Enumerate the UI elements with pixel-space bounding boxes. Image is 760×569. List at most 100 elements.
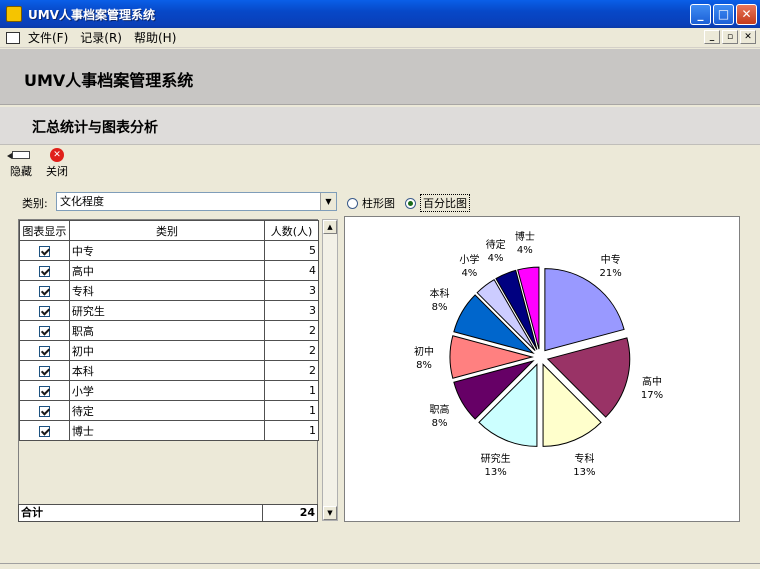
count-cell[interactable]: 5 — [264, 240, 319, 261]
show-checkbox[interactable] — [38, 405, 50, 417]
child-minimize-button[interactable]: _ — [704, 30, 720, 44]
total-label: 合计 — [19, 505, 264, 521]
show-checkbox[interactable] — [38, 385, 50, 397]
column-header-count[interactable]: 人数(人) — [264, 220, 319, 241]
category-cell[interactable]: 本科 — [68, 360, 266, 381]
maximize-button[interactable]: □ — [713, 4, 734, 25]
pie-chart: 中专 21% 高中 17% 专科 13% 研究生 13% 职高 8% 初中 8% 本科 8% 小学 4% 待定 4… — [414, 230, 663, 478]
count-cell[interactable]: 4 — [264, 260, 319, 281]
table-row[interactable]: 高中 4 — [19, 260, 319, 281]
show-checkbox[interactable] — [38, 305, 50, 317]
radio-pie-chart[interactable]: 百分比图 — [405, 194, 470, 212]
table-row[interactable]: 研究生 3 — [19, 300, 319, 321]
table-row[interactable]: 博士 1 — [19, 420, 319, 441]
pie-label: 博士 — [515, 230, 535, 243]
show-checkbox-cell[interactable] — [19, 360, 70, 381]
pie-percent: 13% — [484, 467, 506, 478]
category-cell[interactable]: 待定 — [68, 400, 266, 421]
show-checkbox-cell[interactable] — [19, 280, 70, 301]
column-header-show[interactable]: 图表显示 — [19, 220, 70, 241]
show-checkbox-cell[interactable] — [19, 400, 70, 421]
show-checkbox[interactable] — [38, 265, 50, 277]
count-cell[interactable]: 1 — [264, 380, 319, 401]
hide-icon — [7, 151, 30, 159]
document-icon[interactable] — [6, 31, 20, 44]
count-cell[interactable]: 1 — [264, 400, 319, 421]
total-row: 合计 24 — [18, 504, 318, 522]
menu-record[interactable]: 记录(R) — [80, 29, 122, 46]
chevron-down-icon[interactable]: ▼ — [320, 193, 336, 210]
pie-label: 本科 — [430, 287, 450, 300]
radio-bar-chart[interactable]: 柱形图 — [347, 195, 395, 211]
pie-percent: 21% — [599, 268, 621, 279]
category-cell[interactable]: 职高 — [68, 320, 266, 341]
count-cell[interactable]: 3 — [264, 280, 319, 301]
table-row[interactable]: 中专 5 — [19, 240, 319, 261]
table-row[interactable]: 职高 2 — [19, 320, 319, 341]
scroll-down-button[interactable]: ▼ — [323, 506, 337, 520]
show-checkbox-cell[interactable] — [19, 380, 70, 401]
show-checkbox[interactable] — [38, 365, 50, 377]
category-cell[interactable]: 初中 — [68, 340, 266, 361]
show-checkbox-cell[interactable] — [19, 300, 70, 321]
radio-bar-dot[interactable] — [347, 197, 358, 209]
category-select[interactable]: 文化程度 ▼ — [56, 192, 337, 211]
pie-label: 职高 — [430, 403, 450, 416]
pie-label: 专科 — [574, 452, 594, 465]
hide-label: 隐藏 — [10, 165, 32, 178]
category-cell[interactable]: 专科 — [68, 280, 266, 301]
child-restore-button[interactable]: ▫ — [722, 30, 738, 44]
show-checkbox-cell[interactable] — [19, 240, 70, 261]
close-button[interactable]: ✕ 关闭 — [42, 148, 72, 179]
show-checkbox-cell[interactable] — [19, 320, 70, 341]
table-row[interactable]: 小学 1 — [19, 380, 319, 401]
toolbar: 隐藏 ✕ 关闭 — [6, 148, 72, 179]
menu-help[interactable]: 帮助(H) — [134, 29, 176, 46]
pie-percent: 17% — [641, 390, 663, 401]
category-cell[interactable]: 中专 — [68, 240, 266, 261]
page-title: UMV人事档案管理系统 — [24, 71, 194, 90]
hide-button[interactable]: 隐藏 — [6, 148, 36, 179]
close-label: 关闭 — [46, 165, 68, 178]
show-checkbox-cell[interactable] — [19, 260, 70, 281]
show-checkbox[interactable] — [38, 245, 50, 257]
pie-percent: 4% — [488, 253, 504, 264]
table-scrollbar[interactable]: ▲ ▼ — [322, 219, 338, 521]
category-cell[interactable]: 高中 — [68, 260, 266, 281]
stats-table: 图表显示 类别 人数(人) 中专 5 高中 4 专科 3 研究生 3 职高 2 初中 2 本科 2 小学 1 待… — [18, 219, 319, 521]
category-cell[interactable]: 研究生 — [68, 300, 266, 321]
count-cell[interactable]: 2 — [264, 320, 319, 341]
child-close-button[interactable]: ✕ — [740, 30, 756, 44]
pie-label: 待定 — [486, 238, 506, 251]
pie-label: 小学 — [459, 253, 479, 266]
column-header-category[interactable]: 类别 — [68, 220, 266, 241]
radio-pie-dot[interactable] — [405, 197, 416, 209]
pie-percent: 8% — [416, 360, 432, 371]
table-row[interactable]: 本科 2 — [19, 360, 319, 381]
table-row[interactable]: 专科 3 — [19, 280, 319, 301]
category-cell[interactable]: 小学 — [68, 380, 266, 401]
count-cell[interactable]: 1 — [264, 420, 319, 441]
category-label: 类别: — [22, 197, 48, 210]
count-cell[interactable]: 3 — [264, 300, 319, 321]
show-checkbox-cell[interactable] — [19, 340, 70, 361]
menu-file[interactable]: 文件(F) — [28, 29, 68, 46]
count-cell[interactable]: 2 — [264, 360, 319, 381]
close-window-button[interactable]: ✕ — [736, 4, 757, 25]
count-cell[interactable]: 2 — [264, 340, 319, 361]
table-row[interactable]: 待定 1 — [19, 400, 319, 421]
show-checkbox[interactable] — [38, 285, 50, 297]
category-cell[interactable]: 博士 — [68, 420, 266, 441]
show-checkbox-cell[interactable] — [19, 420, 70, 441]
radio-bar-label: 柱形图 — [362, 197, 395, 210]
chart-type-group: 柱形图 百分比图 — [347, 194, 470, 212]
table-row[interactable]: 初中 2 — [19, 340, 319, 361]
show-checkbox[interactable] — [38, 425, 50, 437]
scroll-up-button[interactable]: ▲ — [323, 220, 337, 234]
show-checkbox[interactable] — [38, 325, 50, 337]
minimize-button[interactable]: _ — [690, 4, 711, 25]
close-icon: ✕ — [50, 148, 64, 162]
section-title: 汇总统计与图表分析 — [32, 120, 158, 136]
show-checkbox[interactable] — [38, 345, 50, 357]
pie-label: 高中 — [642, 375, 662, 388]
